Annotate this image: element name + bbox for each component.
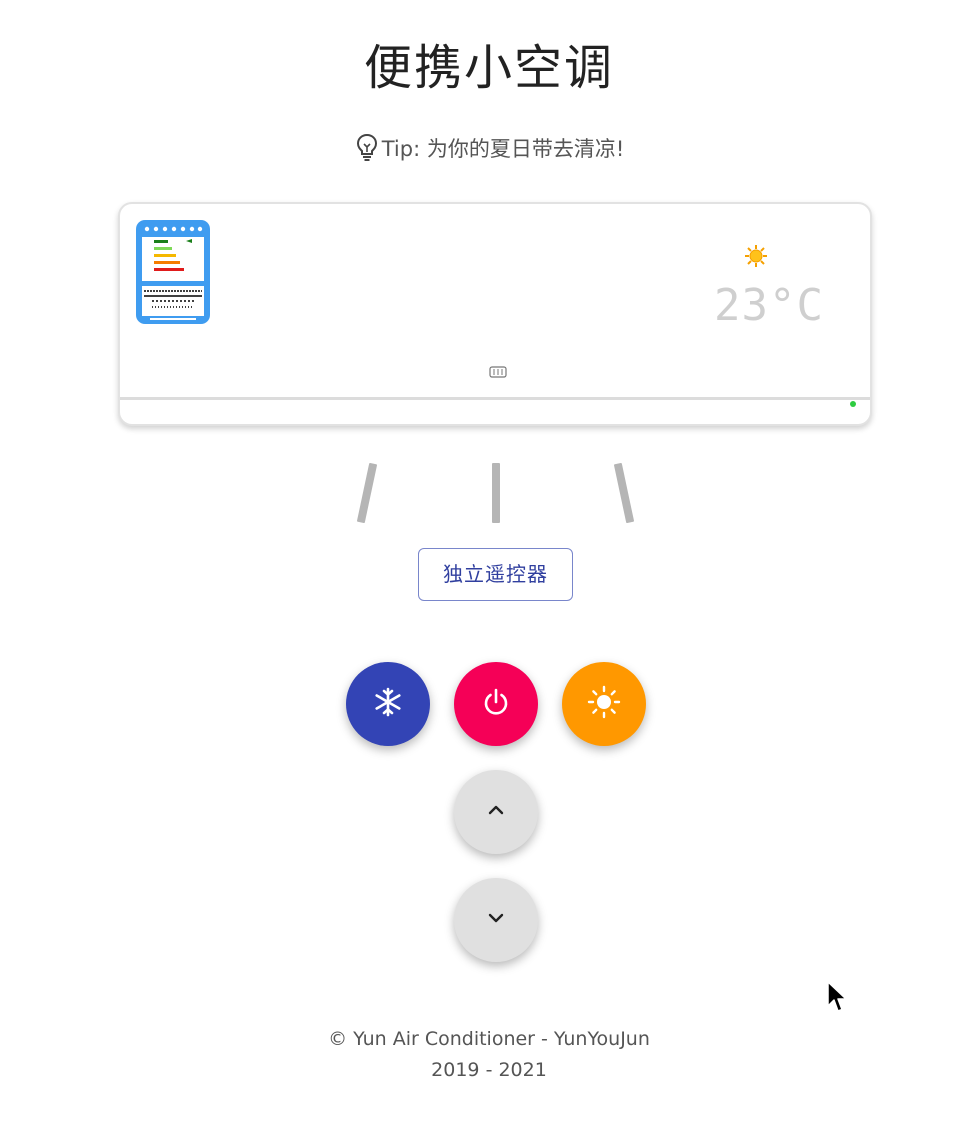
footer: © Yun Air Conditioner - YunYouJun 2019 -…: [0, 1024, 978, 1086]
unit-vent-seam: [120, 397, 870, 400]
chevron-down-icon: [485, 907, 507, 933]
snowflake-icon: [372, 686, 404, 722]
power-icon: [481, 687, 511, 721]
temperature-up-button[interactable]: [454, 770, 538, 854]
footer-years: 2019 - 2021: [431, 1059, 547, 1081]
power-button[interactable]: [454, 662, 538, 746]
sun-icon: [744, 244, 768, 272]
standalone-remote-button[interactable]: 独立遥控器: [418, 548, 573, 601]
chevron-up-icon: [485, 799, 507, 825]
page-title: 便携小空调: [363, 40, 614, 96]
airflow-line-right: [613, 462, 635, 524]
airflow-line-left: [356, 462, 378, 524]
lightbulb-icon: [354, 132, 380, 167]
sun-icon: [587, 685, 621, 723]
temperature-unit: °C: [769, 280, 824, 331]
energy-label-icon: [136, 220, 210, 328]
footer-copyright: © Yun Air Conditioner - YunYouJun: [328, 1028, 650, 1050]
heat-mode-button[interactable]: [562, 662, 646, 746]
cool-mode-button[interactable]: [346, 662, 430, 746]
tip-line: Tip: 为你的夏日带去清凉!: [0, 132, 978, 167]
airflow-line-center: [492, 463, 500, 523]
air-conditioner-unit: 23°C: [118, 202, 872, 426]
temperature-display: 23°C: [714, 280, 824, 331]
tip-text: Tip: 为你的夏日带去清凉!: [381, 137, 625, 161]
temperature-down-button[interactable]: [454, 878, 538, 962]
mouse-pointer-icon: [826, 980, 850, 1020]
mode-indicator-icon: [488, 364, 508, 383]
power-indicator-led: [850, 401, 856, 407]
temperature-value: 23: [714, 280, 770, 331]
